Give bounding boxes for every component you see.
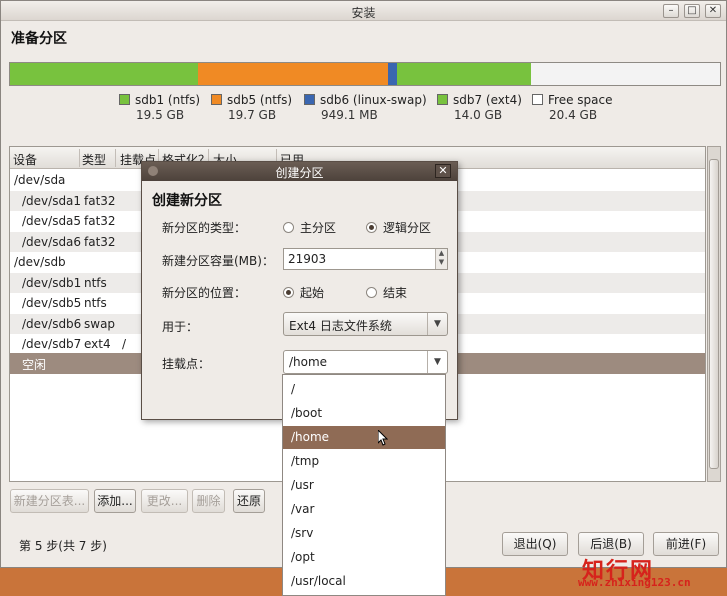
mount-point-label: 挂载点： <box>162 357 211 371</box>
legend-free: Free space 20.4 GB <box>532 93 612 123</box>
radio-unchecked-icon <box>366 287 377 298</box>
page-title: 准备分区 <box>11 31 67 47</box>
watermark-url: www.zhixing123.cn <box>578 576 691 589</box>
add-partition-button[interactable]: 添加... <box>94 489 136 513</box>
dialog-heading: 创建新分区 <box>152 193 222 209</box>
mount-point-dropdown: / /boot /home /tmp /usr /var /srv /opt /… <box>282 374 446 596</box>
radio-checked-icon <box>366 222 377 233</box>
dropdown-option[interactable]: /opt <box>283 546 445 569</box>
dropdown-option[interactable]: /var <box>283 498 445 521</box>
use-as-combo[interactable]: Ext4 日志文件系统 ▼ <box>283 312 448 336</box>
dialog-title-bar[interactable]: 创建分区 ✕ <box>142 162 457 181</box>
size-spinbox[interactable]: 21903 ▲ ▼ <box>283 248 448 270</box>
window-title: 安装 <box>351 6 376 20</box>
legend-sdb5: sdb5 (ntfs) 19.7 GB <box>211 93 292 123</box>
dropdown-option[interactable]: / <box>283 378 445 401</box>
dropdown-option[interactable]: /srv <box>283 522 445 545</box>
location-label: 新分区的位置： <box>162 286 247 300</box>
partition-segment-sdb7 <box>397 63 531 85</box>
radio-unchecked-icon <box>283 222 294 233</box>
minimize-icon[interactable]: – <box>663 4 679 18</box>
dropdown-option-selected[interactable]: /home <box>283 426 445 449</box>
change-partition-button[interactable]: 更改... <box>141 489 188 513</box>
radio-end[interactable]: 结束 <box>366 284 407 301</box>
dropdown-option[interactable]: /usr/local <box>283 570 445 593</box>
legend-swatch <box>437 94 448 105</box>
column-header-type[interactable]: 类型 <box>82 151 106 168</box>
radio-primary[interactable]: 主分区 <box>283 219 336 236</box>
chevron-down-icon[interactable]: ▼ <box>427 351 447 373</box>
radio-beginning[interactable]: 起始 <box>283 284 324 301</box>
mouse-cursor-icon <box>378 430 388 446</box>
close-icon[interactable]: ✕ <box>705 4 721 18</box>
legend-swatch <box>211 94 222 105</box>
dialog-title: 创建分区 <box>275 166 324 180</box>
legend-swatch <box>119 94 130 105</box>
legend-sdb6: sdb6 (linux-swap) 949.1 MB <box>304 93 427 123</box>
size-value: 21903 <box>288 252 327 266</box>
revert-button[interactable]: 还原 <box>233 489 265 513</box>
dropdown-option[interactable]: /boot <box>283 402 445 425</box>
dropdown-option[interactable]: /usr <box>283 474 445 497</box>
legend-swatch <box>532 94 543 105</box>
forward-button[interactable]: 前进(F) <box>653 532 719 556</box>
partition-segment-sdb6 <box>388 63 397 85</box>
quit-button[interactable]: 退出(Q) <box>502 532 568 556</box>
title-bar[interactable]: 安装 – □ ✕ <box>1 1 726 21</box>
legend-sdb1: sdb1 (ntfs) 19.5 GB <box>119 93 200 123</box>
partition-segment-free <box>531 63 720 85</box>
delete-partition-button[interactable]: 删除 <box>192 489 225 513</box>
scrollbar-thumb[interactable] <box>709 159 719 469</box>
chevron-down-icon: ▼ <box>427 313 447 335</box>
partition-type-label: 新分区的类型： <box>162 221 247 235</box>
table-scrollbar[interactable] <box>707 146 721 482</box>
legend-sdb7: sdb7 (ext4) 14.0 GB <box>437 93 522 123</box>
spin-arrows-icon[interactable]: ▲ ▼ <box>435 249 447 269</box>
dialog-close-icon[interactable]: ✕ <box>435 164 451 178</box>
radio-logical[interactable]: 逻辑分区 <box>366 219 431 236</box>
radio-checked-icon <box>283 287 294 298</box>
legend-swatch <box>304 94 315 105</box>
maximize-icon[interactable]: □ <box>684 4 700 18</box>
mount-point-combo[interactable]: /home ▼ <box>283 350 448 374</box>
partition-segment-sdb5 <box>198 63 388 85</box>
partition-segment-sdb1 <box>10 63 198 85</box>
step-indicator: 第 5 步(共 7 步) <box>19 539 107 553</box>
dropdown-option[interactable]: /tmp <box>283 450 445 473</box>
column-header-device[interactable]: 设备 <box>13 151 37 168</box>
partition-bar <box>9 62 721 86</box>
size-label: 新建分区容量(MB)： <box>162 254 274 268</box>
new-partition-table-button[interactable]: 新建分区表... <box>10 489 89 513</box>
use-as-label: 用于： <box>162 320 199 334</box>
